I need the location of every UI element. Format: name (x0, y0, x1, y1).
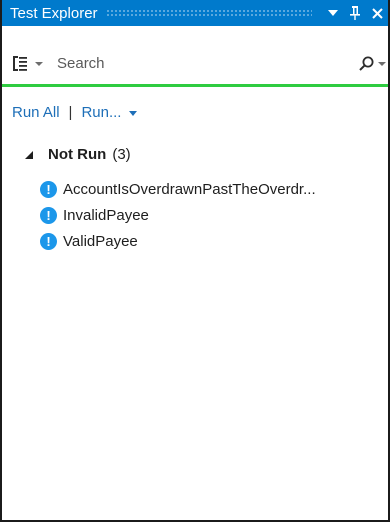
run-actions: Run All | Run... (12, 104, 138, 121)
window-menu-button[interactable] (322, 2, 344, 24)
group-count: (3) (112, 146, 131, 163)
pin-icon (350, 6, 360, 20)
not-run-status-icon: ! (40, 206, 57, 224)
test-list: ! AccountIsOverdrawnPastTheOverdr... ! I… (40, 176, 316, 254)
test-name: ValidPayee (63, 232, 138, 250)
group-by-icon (13, 55, 27, 71)
dropdown-arrow-icon (328, 10, 338, 16)
test-item[interactable]: ! InvalidPayee (40, 202, 316, 228)
test-progress-bar (2, 84, 388, 87)
window-title: Test Explorer (10, 4, 98, 22)
close-icon (371, 7, 383, 19)
chevron-down-icon (378, 61, 386, 66)
title-bar[interactable]: Test Explorer (2, 0, 388, 26)
run-all-link[interactable]: Run All (12, 104, 60, 121)
drag-grip[interactable] (105, 9, 312, 17)
expanded-triangle-icon (25, 150, 33, 159)
search-icon (359, 56, 374, 71)
group-by-button[interactable] (12, 51, 47, 75)
not-run-status-icon: ! (40, 180, 57, 198)
chevron-down-icon (35, 61, 43, 66)
toolbar (2, 48, 388, 78)
run-separator: | (68, 104, 73, 121)
run-dropdown-link[interactable]: Run... (81, 104, 121, 121)
expand-collapse-icon[interactable] (22, 150, 36, 160)
not-run-status-icon: ! (40, 232, 57, 250)
group-name: Not Run (48, 146, 107, 163)
test-item[interactable]: ! ValidPayee (40, 228, 316, 254)
test-name: InvalidPayee (63, 206, 149, 224)
pin-button[interactable] (344, 2, 366, 24)
tree-group-not-run[interactable]: Not Run (3) (22, 146, 131, 163)
test-explorer-window: Test Explorer Search Run All | Run... No… (0, 0, 390, 522)
chevron-down-icon[interactable] (129, 111, 138, 116)
close-button[interactable] (366, 2, 388, 24)
search-button[interactable] (359, 51, 388, 75)
search-input[interactable] (57, 51, 359, 75)
test-name: AccountIsOverdrawnPastTheOverdr... (63, 180, 316, 198)
test-item[interactable]: ! AccountIsOverdrawnPastTheOverdr... (40, 176, 316, 202)
